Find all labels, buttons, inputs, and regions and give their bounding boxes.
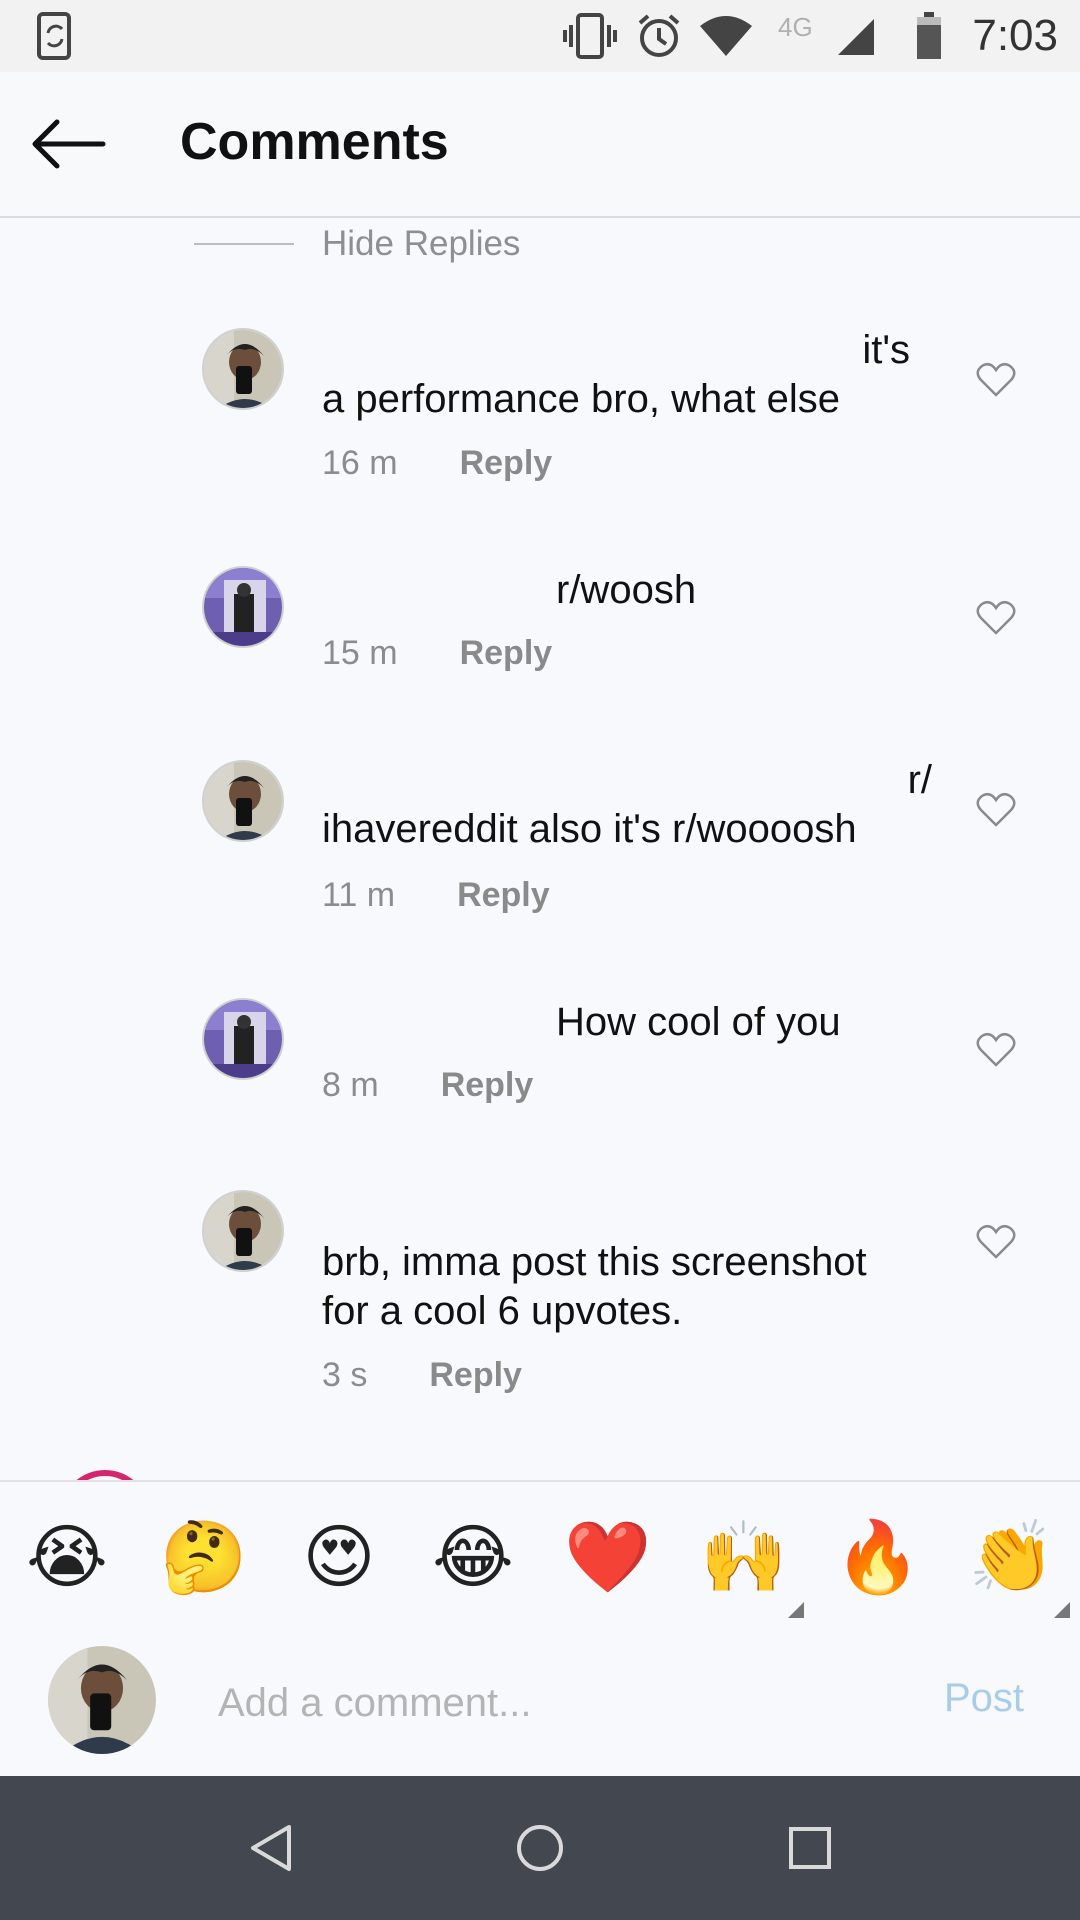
avatar[interactable]	[202, 566, 284, 648]
back-triangle-icon[interactable]	[234, 1812, 306, 1884]
wifi-icon	[696, 0, 756, 72]
avatar[interactable]	[202, 760, 284, 842]
emoji-raised-hands[interactable]: 🙌	[700, 1514, 804, 1618]
heart-icon[interactable]	[974, 596, 1018, 640]
comment-meta: 8 m Reply	[322, 1066, 533, 1105]
comment-time: 3 s	[322, 1356, 368, 1394]
recents-square-icon[interactable]	[774, 1812, 846, 1884]
comment-text: r/woosh	[556, 568, 697, 612]
heart-icon[interactable]	[974, 1220, 1018, 1264]
comment-time: 8 m	[322, 1066, 379, 1104]
reply-button[interactable]: Reply	[429, 1356, 522, 1395]
emoji-red-heart[interactable]: ❤️	[564, 1514, 651, 1600]
clock: 7:03	[972, 11, 1058, 60]
hide-replies-label: Hide Replies	[322, 224, 521, 263]
heart-icon[interactable]	[974, 1028, 1018, 1072]
comment-input[interactable]	[216, 1662, 880, 1744]
reply-button[interactable]: Reply	[441, 1066, 534, 1105]
heart-icon[interactable]	[974, 358, 1018, 402]
comment-meta: 16 m Reply	[322, 444, 552, 483]
page-title: Comments	[180, 113, 449, 171]
comment-time: 11 m	[322, 876, 396, 914]
vibrate-icon	[562, 0, 618, 72]
comment-text: How cool of you	[556, 1000, 841, 1044]
post-button[interactable]: Post	[944, 1676, 1024, 1721]
comment-time: 15 m	[322, 634, 398, 672]
battery-icon	[914, 0, 944, 72]
arrow-left-icon[interactable]	[24, 108, 114, 180]
user-avatar	[48, 1646, 156, 1754]
avatar[interactable]	[202, 1190, 284, 1272]
comment-text: r/ ihavereddit also it's r/woooosh	[322, 758, 932, 851]
skin-tone-indicator	[788, 1602, 804, 1618]
signal-icon	[836, 0, 876, 72]
emoji-thinking[interactable]: 🤔	[160, 1514, 247, 1600]
comment-text: it's a performance bro, what else	[322, 328, 910, 421]
hide-replies-button[interactable]: Hide Replies	[194, 218, 520, 270]
comment-meta: 15 m Reply	[322, 634, 552, 673]
emoji-crying[interactable]: 😭	[24, 1514, 110, 1600]
comment-meta: 3 s Reply	[322, 1356, 522, 1395]
reply-button[interactable]: Reply	[460, 444, 553, 483]
sync-phone-icon	[34, 0, 78, 72]
emoji-heart-eyes[interactable]: 😍	[296, 1514, 382, 1600]
reply-button[interactable]: Reply	[460, 634, 553, 673]
emoji-clapping-glyph: 👏	[968, 1518, 1056, 1596]
comment-time: 16 m	[322, 444, 398, 482]
emoji-clapping[interactable]: 👏	[968, 1514, 1070, 1618]
skin-tone-indicator	[1054, 1602, 1070, 1618]
avatar[interactable]	[202, 998, 284, 1080]
comment-text: brb, imma post this screenshot for a coo…	[322, 1240, 867, 1333]
reply-button[interactable]: Reply	[457, 876, 550, 915]
heart-icon[interactable]	[974, 788, 1018, 832]
system-nav-bar	[0, 1776, 1080, 1920]
comment-compose-bar: Post	[0, 1626, 1080, 1776]
emoji-tears-of-joy[interactable]: 😂	[430, 1514, 516, 1600]
comment-meta: 11 m Reply	[322, 876, 550, 915]
avatar[interactable]	[202, 328, 284, 410]
emoji-quick-bar: 😭 🤔 😍 😂 ❤️ 🙌 🔥 👏	[0, 1480, 1080, 1628]
status-bar: 4G 7:03	[0, 0, 1080, 72]
network-type-label: 4G	[778, 12, 813, 42]
divider	[194, 243, 294, 245]
emoji-fire[interactable]: 🔥	[834, 1514, 921, 1600]
alarm-icon	[636, 0, 682, 72]
app-header: Comments	[0, 72, 1080, 218]
emoji-raised-hands-glyph: 🙌	[700, 1518, 788, 1596]
home-circle-icon[interactable]	[504, 1812, 576, 1884]
